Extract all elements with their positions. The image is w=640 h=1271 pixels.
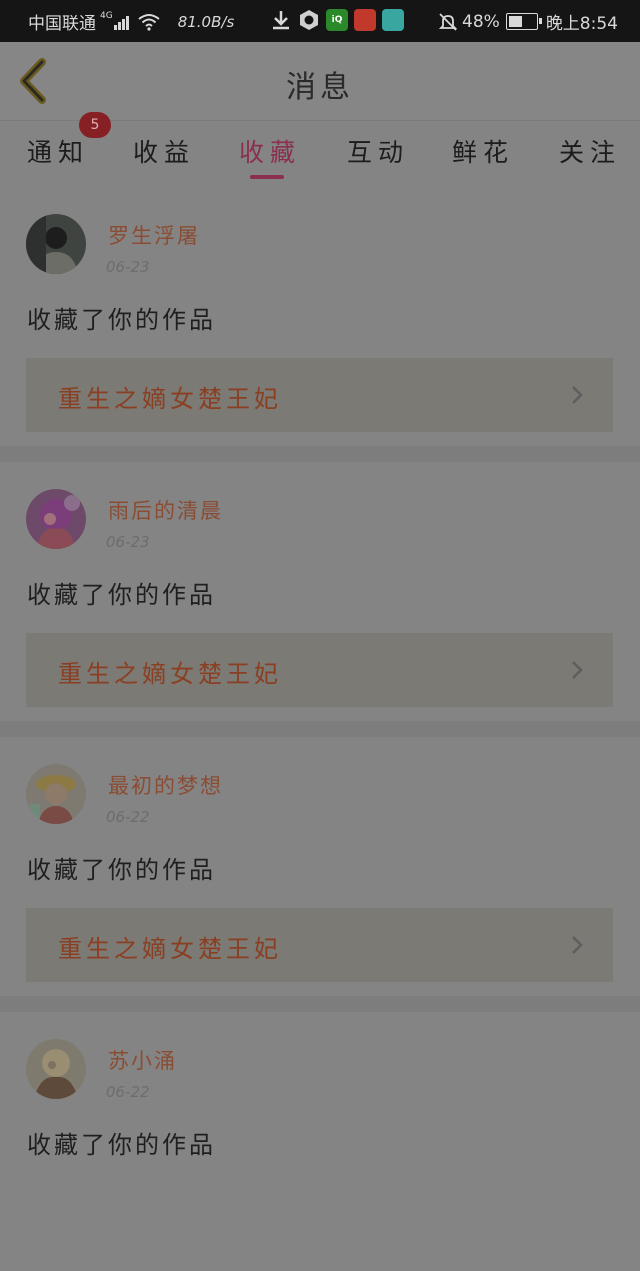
status-right: 48% 晚上8:54 <box>438 9 618 34</box>
notification-badge: 5 <box>79 112 111 138</box>
section-divider <box>0 721 640 737</box>
user-name[interactable]: 最初的梦想 <box>108 770 223 800</box>
active-tab-indicator <box>250 175 284 179</box>
avatar[interactable] <box>26 489 86 549</box>
tab-flowers[interactable]: 鲜花 <box>452 133 514 169</box>
work-card[interactable]: 重生之嫡女楚王妃 <box>26 358 613 432</box>
clock-label: 晚上8:54 <box>545 14 618 34</box>
action-text: 收藏了你的作品 <box>27 581 216 609</box>
action-text: 收藏了你的作品 <box>27 306 216 334</box>
tab-earnings[interactable]: 收益 <box>133 133 195 169</box>
work-card[interactable]: 重生之嫡女楚王妃 <box>26 908 613 982</box>
user-name[interactable]: 罗生浮屠 <box>108 220 200 250</box>
item-date: 06-23 <box>106 533 150 551</box>
avatar[interactable] <box>26 214 86 274</box>
list-item: 最初的梦想 06-22 收藏了你的作品 重生之嫡女楚王妃 <box>0 738 640 996</box>
tab-follow[interactable]: 关注 <box>559 133 621 169</box>
action-text: 收藏了你的作品 <box>27 856 216 884</box>
signal-icon <box>113 14 130 30</box>
item-date: 06-22 <box>106 808 150 826</box>
network-gen-label: 4G <box>100 10 113 21</box>
chevron-right-icon <box>572 386 583 404</box>
list-item: 罗生浮屠 06-23 收藏了你的作品 重生之嫡女楚王妃 <box>0 188 640 446</box>
page-title: 消息 <box>286 70 354 105</box>
battery-icon <box>505 13 542 30</box>
section-divider <box>0 996 640 1012</box>
avatar[interactable] <box>26 764 86 824</box>
download-icon <box>273 11 289 30</box>
tab-notify[interactable]: 通知 <box>27 133 89 169</box>
status-bar: 中国联通 4G 81.0B/s iQ 48% 晚上8:54 <box>0 0 640 42</box>
user-name[interactable]: 苏小涌 <box>108 1045 177 1075</box>
item-date: 06-22 <box>106 1083 150 1101</box>
action-text: 收藏了你的作品 <box>27 1131 216 1159</box>
app-red-icon <box>354 9 376 31</box>
tab-favorites[interactable]: 收藏 <box>239 133 301 169</box>
carrier-label: 中国联通 <box>28 14 96 34</box>
work-title: 重生之嫡女楚王妃 <box>58 660 282 688</box>
chevron-right-icon <box>572 661 583 679</box>
wifi-icon <box>138 13 160 31</box>
list-item: 雨后的清晨 06-23 收藏了你的作品 重生之嫡女楚王妃 <box>0 463 640 721</box>
battery-percent: 48% <box>462 11 500 32</box>
status-left: 中国联通 4G 81.0B/s <box>28 9 235 35</box>
avatar[interactable] <box>26 1039 86 1099</box>
app-teal-icon <box>382 9 404 31</box>
list-item: 苏小涌 06-22 收藏了你的作品 <box>0 1013 640 1271</box>
page-header: 消息 <box>0 42 640 121</box>
user-name[interactable]: 雨后的清晨 <box>108 495 223 525</box>
work-title: 重生之嫡女楚王妃 <box>58 935 282 963</box>
section-divider <box>0 446 640 462</box>
chevron-right-icon <box>572 936 583 954</box>
work-title: 重生之嫡女楚王妃 <box>58 385 282 413</box>
mute-bell-icon <box>438 12 458 31</box>
iqiyi-icon: iQ <box>326 9 348 31</box>
work-card[interactable]: 重生之嫡女楚王妃 <box>26 633 613 707</box>
item-date: 06-23 <box>106 258 150 276</box>
tab-interact[interactable]: 互动 <box>347 133 409 169</box>
notification-icons: iQ <box>270 9 410 31</box>
network-speed: 81.0B/s <box>177 12 235 31</box>
browser-icon <box>300 10 318 30</box>
